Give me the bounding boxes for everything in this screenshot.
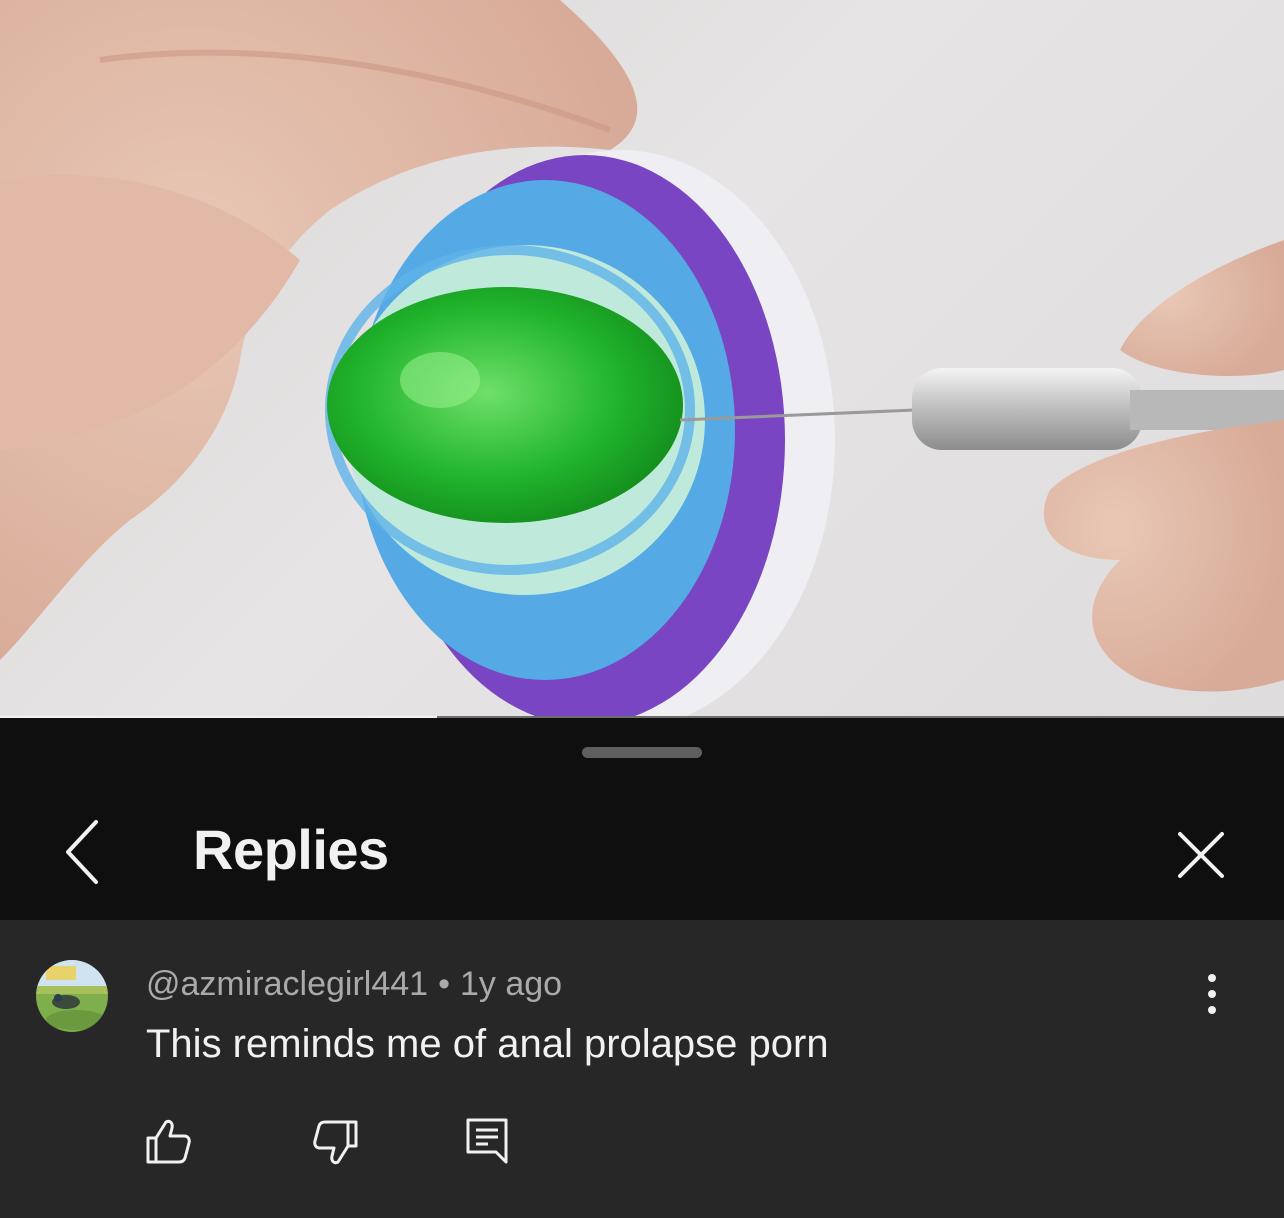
drag-handle[interactable] bbox=[582, 747, 702, 758]
comment-time: 1y ago bbox=[459, 965, 563, 1003]
thumbs-up-icon bbox=[146, 1119, 191, 1164]
comment-author[interactable]: @azmiraclegirl441 bbox=[146, 965, 428, 1003]
reply-comment-icon bbox=[466, 1118, 508, 1164]
close-icon bbox=[1178, 832, 1224, 878]
video-progress-fill bbox=[0, 716, 437, 718]
comment-options-button[interactable] bbox=[1194, 972, 1230, 1016]
reply-button[interactable] bbox=[462, 1116, 514, 1168]
avatar[interactable] bbox=[36, 960, 108, 1032]
page-title: Replies bbox=[193, 818, 389, 881]
meta-separator: • bbox=[438, 965, 450, 1003]
chevron-left-icon bbox=[66, 820, 98, 884]
like-button[interactable] bbox=[142, 1116, 194, 1168]
avatar-image bbox=[36, 960, 108, 1032]
close-button[interactable] bbox=[1168, 824, 1232, 888]
video-progress-bar[interactable] bbox=[0, 716, 1284, 718]
more-vertical-icon bbox=[1208, 974, 1216, 1014]
comment-text: This reminds me of anal prolapse porn bbox=[146, 1022, 829, 1066]
comment-item: @azmiraclegirl441 • 1y ago This reminds me… bbox=[0, 920, 1284, 1218]
dislike-button[interactable] bbox=[310, 1116, 362, 1168]
replies-sheet: Replies @azmiraclegirl441 • 1y ago This re… bbox=[0, 722, 1284, 1218]
comment-meta: @azmiraclegirl441 • 1y ago bbox=[146, 964, 562, 1004]
replies-header: Replies bbox=[0, 782, 1284, 920]
video-frame bbox=[0, 0, 1284, 718]
back-button[interactable] bbox=[52, 818, 116, 890]
thumbs-down-icon bbox=[313, 1120, 358, 1165]
video-player[interactable] bbox=[0, 0, 1284, 718]
